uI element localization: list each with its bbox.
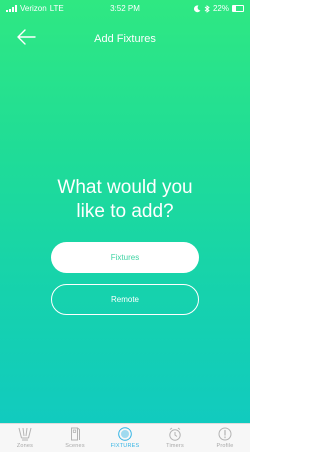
- fixtures-icon: [118, 427, 132, 441]
- tab-label-timers: Timers: [166, 443, 184, 449]
- page-title: Add Fixtures: [94, 33, 156, 45]
- fixtures-button-label: Fixtures: [110, 253, 140, 262]
- add-prompt: What would you like to add?: [57, 177, 193, 222]
- scenes-icon: [71, 427, 80, 441]
- timer-icon: [169, 427, 181, 441]
- tab-fixtures[interactable]: FIXTURES: [100, 424, 150, 452]
- fixtures-button[interactable]: Fixtures: [51, 242, 199, 273]
- tab-label-zones: Zones: [16, 443, 34, 449]
- tab-label-scenes: Scenes: [65, 443, 85, 449]
- moon-icon: [193, 4, 201, 12]
- battery-percent: 22%: [212, 4, 229, 13]
- zones-icon: [18, 427, 32, 441]
- profile-icon: [218, 427, 232, 441]
- tab-label-profile: Profile: [216, 443, 234, 449]
- tab-timers[interactable]: Timers: [150, 424, 200, 452]
- tab-zones[interactable]: Zones: [0, 424, 50, 452]
- nav-bar: Add Fixtures: [0, 20, 250, 56]
- tab-scenes[interactable]: Scenes: [50, 424, 100, 452]
- tab-label-fixtures: FIXTURES: [110, 443, 140, 449]
- remote-button[interactable]: Remote: [51, 284, 199, 315]
- remote-button-label: Remote: [110, 295, 139, 304]
- status-right: 22%: [193, 4, 244, 13]
- status-bar: Verizon LTE 3:52 PM 22%: [0, 0, 250, 20]
- tab-bar: Zones Scenes FIXTURES Timers Profile: [0, 423, 250, 452]
- battery-icon: [232, 5, 244, 12]
- add-fixtures-screen: Verizon LTE 3:52 PM 22% Add Fixtures Wha…: [0, 0, 250, 452]
- tab-profile[interactable]: Profile: [200, 424, 250, 452]
- bluetooth-icon: [204, 4, 210, 13]
